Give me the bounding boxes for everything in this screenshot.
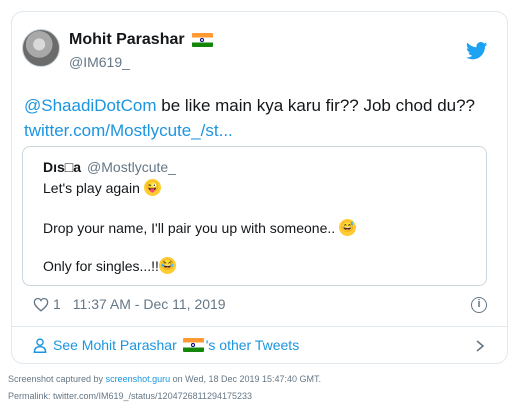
info-icon[interactable]: i — [471, 297, 487, 313]
tweet-timestamp[interactable]: 11:37 AM - Dec 11, 2019 — [73, 296, 226, 312]
mention-link[interactable]: @ShaadiDotCom — [24, 96, 157, 115]
permalink[interactable]: Permalink: twitter.com/IM619_/status/120… — [8, 391, 252, 401]
see-other-tweets-link[interactable]: See Mohit Parashar 's other Tweets — [33, 337, 299, 353]
divider — [12, 326, 508, 327]
quoted-tweet-link[interactable]: twitter.com/Mostlycute_/st... — [24, 121, 233, 140]
author-handle[interactable]: @IM619_ — [69, 54, 130, 70]
india-flag-icon — [182, 338, 204, 352]
avatar[interactable] — [22, 29, 60, 67]
like-count[interactable]: 1 — [53, 296, 61, 312]
quoted-author-handle: @Mostlycute_ — [87, 159, 176, 175]
capture-suffix: on Wed, 18 Dec 2019 15:47:40 GMT. — [170, 374, 322, 384]
tweet-text: @ShaadiDotCom be like main kya karu fir?… — [24, 93, 494, 143]
person-icon — [33, 337, 47, 353]
quoted-line-1: Let's play again 😜 — [43, 179, 161, 196]
see-more-suffix[interactable]: 's other Tweets — [206, 337, 299, 353]
heart-icon[interactable] — [33, 297, 49, 312]
author-name[interactable]: Mohit Parashar — [69, 31, 185, 49]
author-name-row[interactable]: Mohit Parashar — [69, 31, 213, 49]
screenshot-guru-link[interactable]: screenshot.guru — [106, 374, 171, 384]
tweet-body: be like main kya karu fir?? Job chod du?… — [156, 96, 476, 115]
capture-note: Screenshot captured by screenshot.guru o… — [8, 374, 321, 384]
quoted-line-1-text: Let's play again — [43, 179, 140, 196]
tweet-meta: 1 11:37 AM - Dec 11, 2019 — [33, 296, 226, 312]
twitter-bird-icon[interactable] — [466, 42, 488, 60]
quoted-author-name: Dıs□a — [43, 159, 82, 175]
india-flag-icon — [191, 33, 213, 47]
quoted-line-3-text: Only for singles...!! — [43, 257, 159, 274]
see-more-prefix[interactable]: See Mohit Parashar — [53, 337, 177, 353]
tears-of-joy-emoji-icon: 😂 — [158, 257, 176, 274]
chevron-right-icon[interactable] — [475, 340, 485, 352]
wink-tongue-emoji-icon: 😜 — [143, 179, 161, 196]
capture-prefix: Screenshot captured by — [8, 374, 106, 384]
quoted-tweet[interactable]: Dıs□a @Mostlycute_ Let's play again 😜 Dr… — [22, 146, 487, 286]
quoted-line-2-text: Drop your name, I'll pair you up with so… — [43, 219, 336, 236]
sweat-smile-emoji-icon: 😅 — [339, 219, 357, 236]
quoted-line-3: Only for singles...!! 😂 — [43, 257, 176, 274]
quoted-tweet-header: Dıs□a @Mostlycute_ — [43, 159, 176, 175]
quoted-line-2: Drop your name, I'll pair you up with so… — [43, 219, 357, 236]
